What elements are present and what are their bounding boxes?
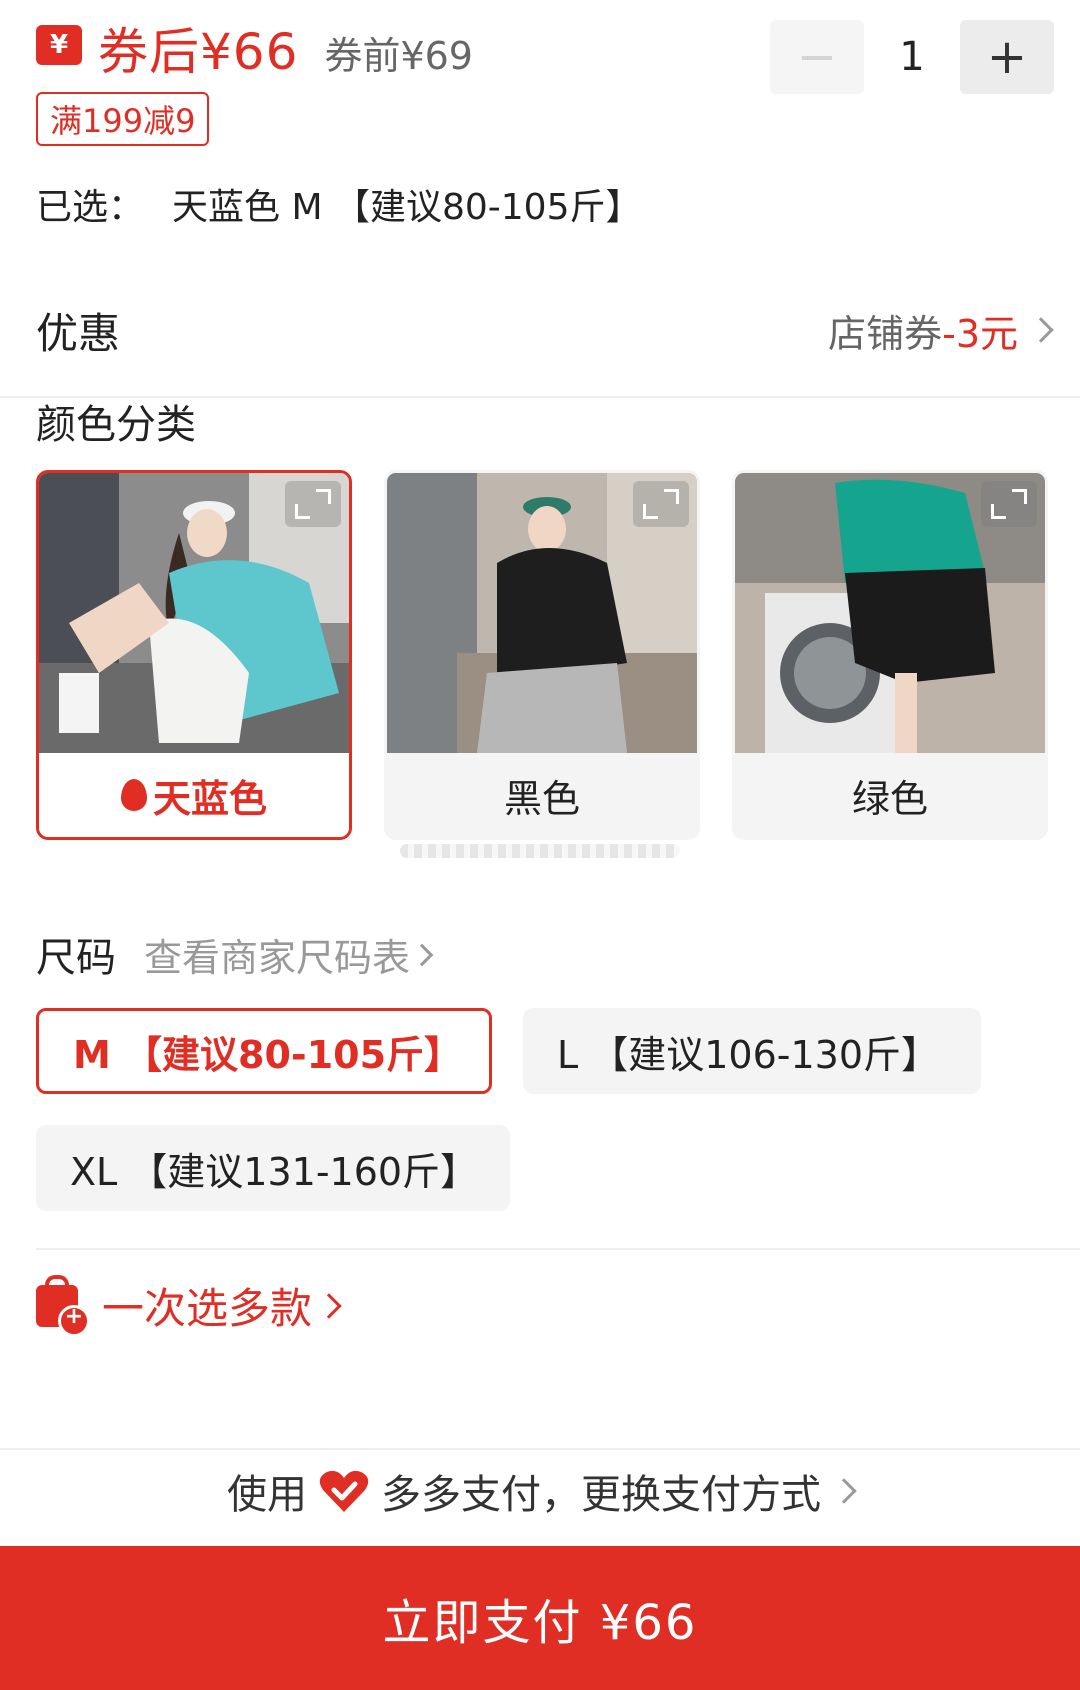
color-option-label: 天蓝色 [39,753,349,837]
after-coupon-price: 券后¥66 [98,23,299,81]
store-coupon-amount: -3元 [942,311,1018,356]
store-coupon[interactable]: 店铺券 -3元 [828,303,1054,358]
promo-tag: 满199减9 [36,92,210,146]
size-option-l[interactable]: L 【建议106-130斤】 [523,1008,981,1094]
size-option-m[interactable]: M 【建议80-105斤】 [36,1008,492,1094]
size-chart-link-label: 查看商家尺码表 [144,936,411,980]
chevron-right-icon [316,1292,342,1319]
color-option-sky-blue[interactable]: 天蓝色 [36,470,352,840]
expand-icon[interactable] [285,481,341,527]
product-photo [39,473,349,753]
discount-title: 优惠 [36,308,121,358]
increase-button[interactable]: + [960,20,1054,94]
decrease-button[interactable]: − [770,20,864,94]
color-section-title: 颜色分类 [36,402,196,448]
product-photo [387,473,697,753]
size-section-title: 尺码 [36,935,116,981]
selected-label: 已选： [36,187,145,228]
use-label: 使用 [227,1472,307,1518]
size-chart-link[interactable]: 查看商家尺码表 [144,927,434,982]
before-coupon-price: 券前¥69 [324,33,473,78]
store-coupon-label: 店铺券 [828,311,943,356]
color-options: 天蓝色 黑色 绿色 [36,470,1080,840]
discount-row[interactable]: 优惠 店铺券 -3元 [36,300,1054,360]
shopping-bag-plus-icon [36,1274,90,1337]
color-option-green[interactable]: 绿色 [732,470,1048,840]
selected-summary: 已选： 天蓝色 M 【建议80-105斤】 [36,178,641,230]
scroll-indicator [400,844,680,858]
coupon-yen-icon: ¥ [36,25,82,65]
flame-icon [120,779,147,811]
chevron-right-icon [831,1478,857,1504]
color-option-label: 绿色 [851,776,928,821]
payment-method-text: 多多支付，更换支付方式 [381,1472,821,1518]
duoduo-pay-heart-icon [319,1470,369,1512]
divider [36,1248,1080,1250]
expand-icon[interactable] [633,481,689,527]
quantity-stepper: − 1 + [770,20,1054,94]
divider [0,1448,1080,1450]
multi-select-label: 一次选多款 [102,1284,313,1333]
multi-select-link[interactable]: 一次选多款 [36,1274,342,1337]
quantity-value[interactable]: 1 [864,34,960,80]
chevron-right-icon [410,943,434,966]
payment-method-row[interactable]: 使用 多多支付，更换支付方式 [0,1462,1080,1520]
color-name: 天蓝色 [152,776,267,821]
chevron-right-icon [1028,317,1054,343]
price-header: ¥ 券后¥66 券前¥69 [36,18,473,81]
size-header: 尺码 查看商家尺码表 [36,925,434,983]
color-option-black[interactable]: 黑色 [384,470,700,840]
size-option-xl[interactable]: XL 【建议131-160斤】 [36,1125,510,1211]
selected-value: 天蓝色 M 【建议80-105斤】 [172,187,642,228]
pay-now-button[interactable]: 立即支付 ¥66 [0,1546,1080,1690]
expand-icon[interactable] [981,481,1037,527]
product-photo [735,473,1045,753]
color-option-label: 黑色 [503,776,580,821]
